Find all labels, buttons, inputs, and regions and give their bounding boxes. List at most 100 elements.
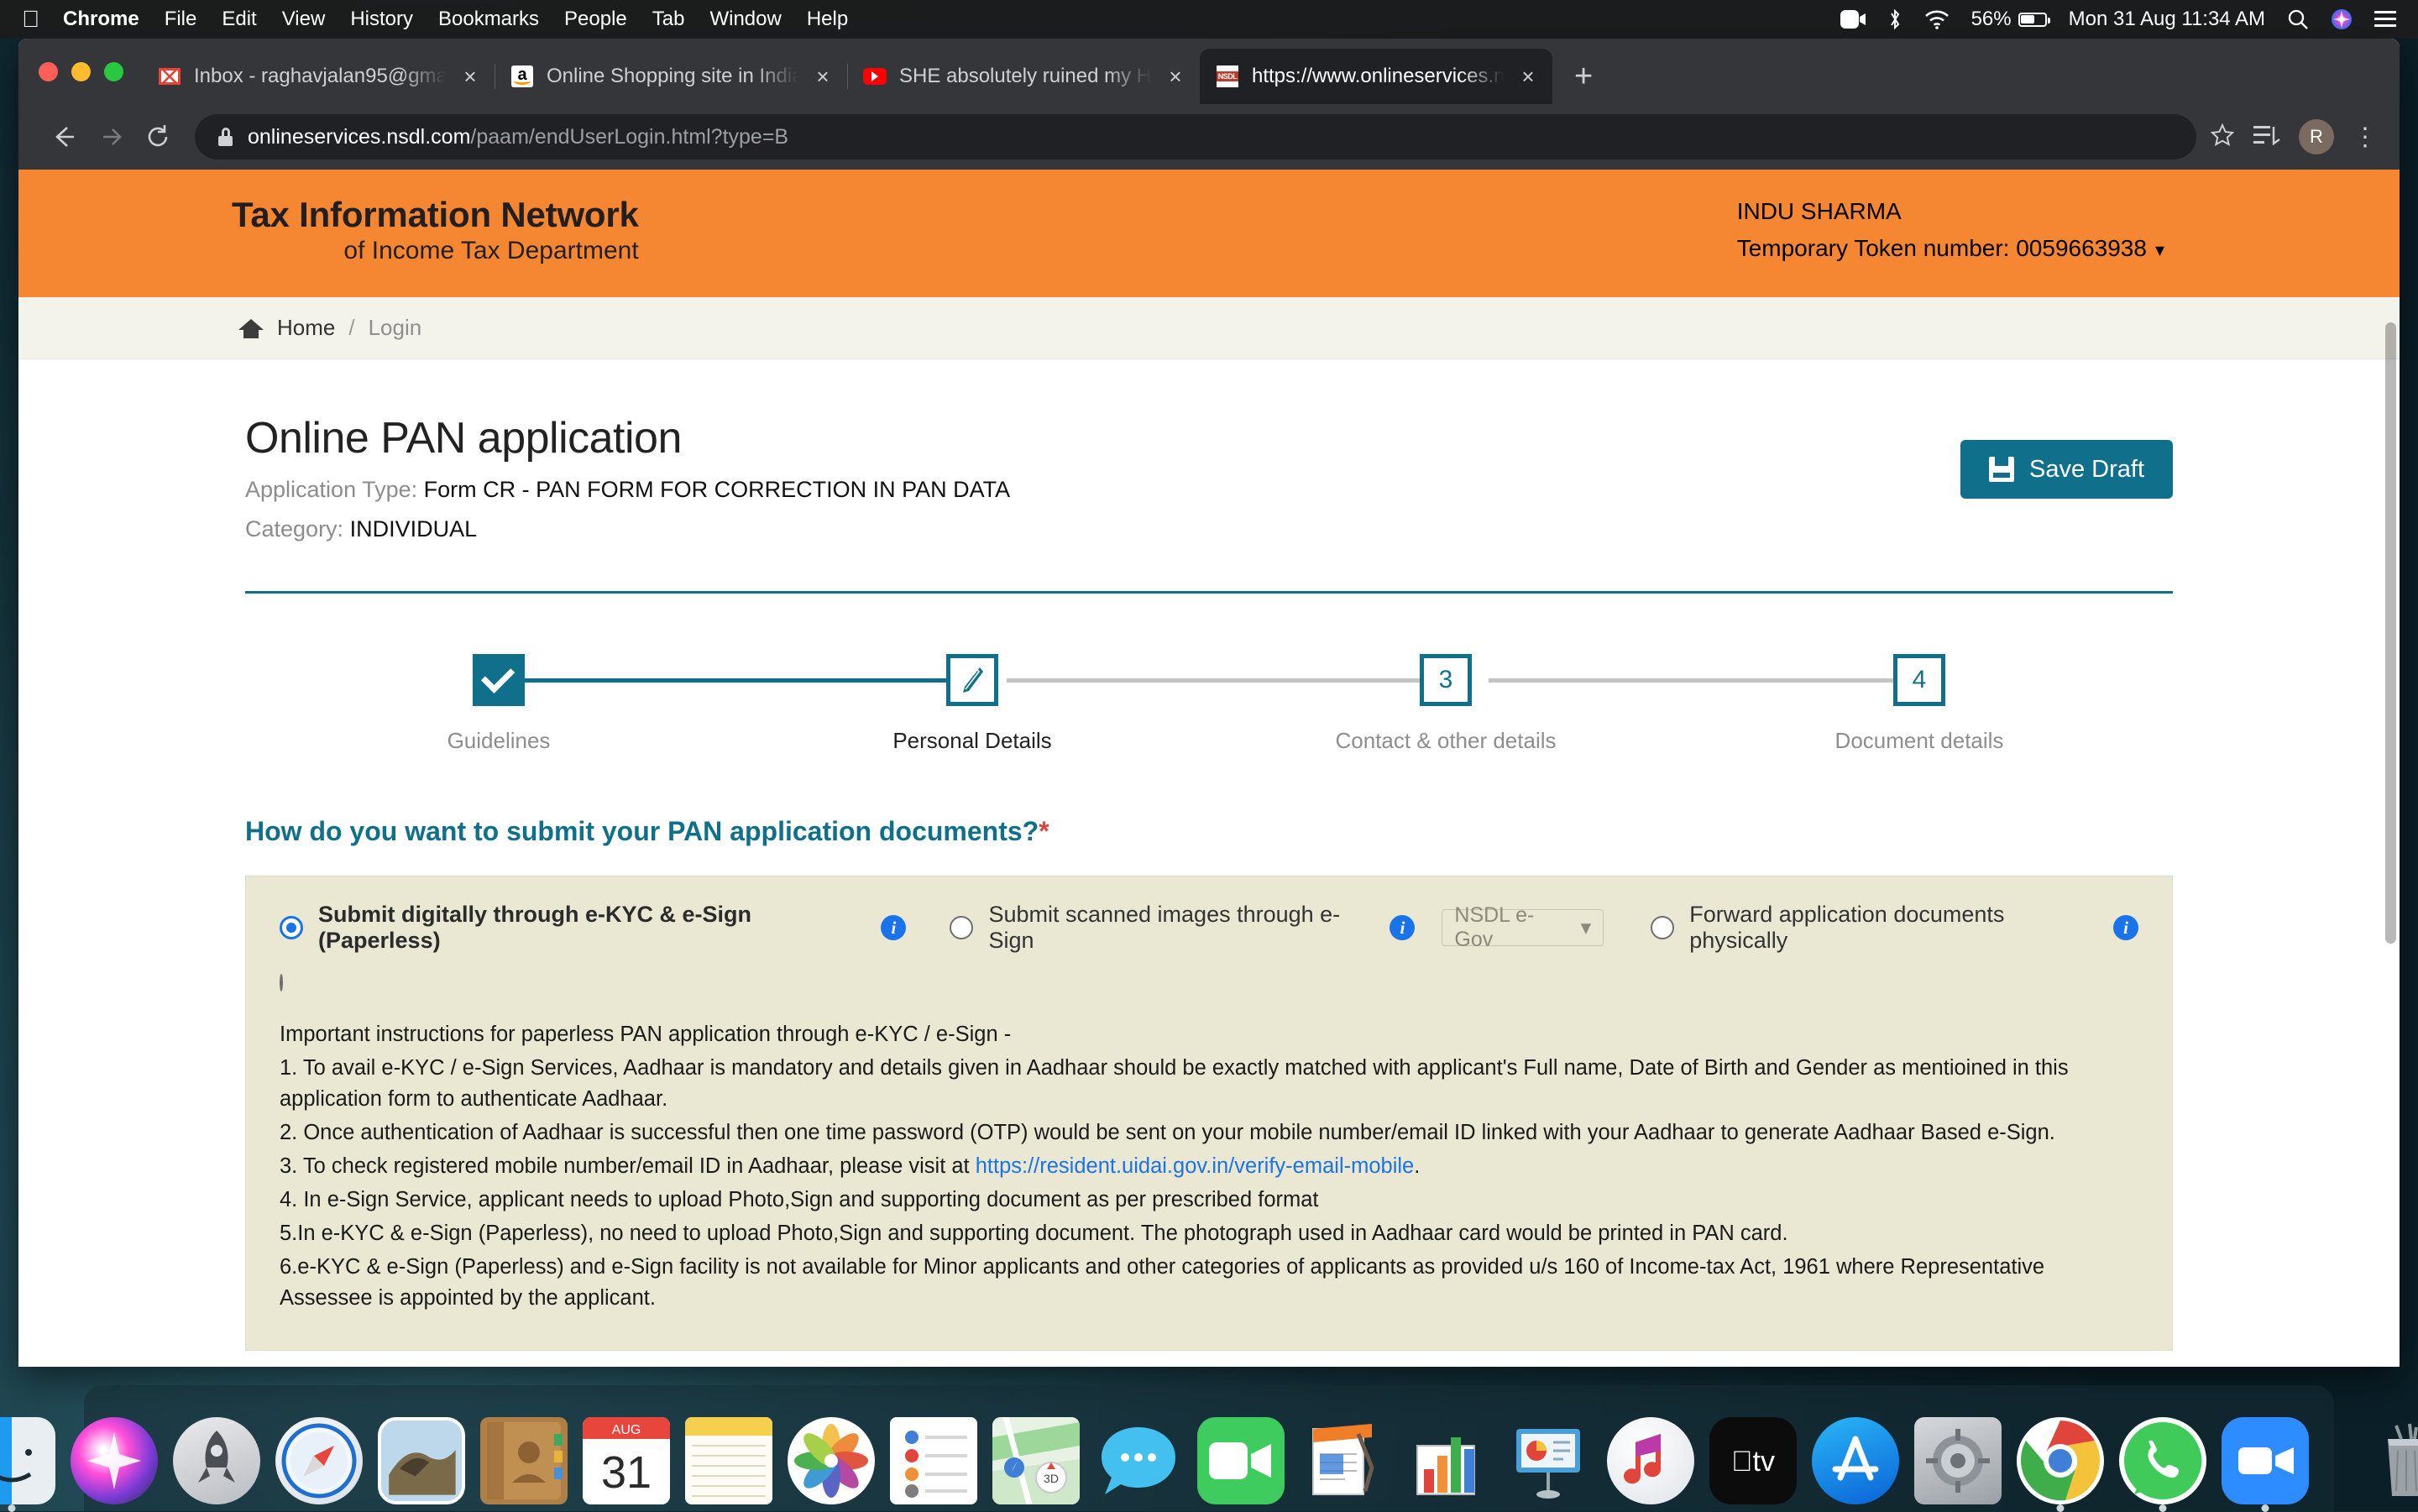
wifi-icon[interactable]	[1924, 10, 1950, 29]
user-info[interactable]: INDU SHARMA Temporary Token number: 0059…	[1737, 198, 2164, 262]
menu-item-help[interactable]: Help	[807, 8, 848, 31]
vertical-scrollbar[interactable]	[2385, 322, 2396, 944]
menu-item-tab[interactable]: Tab	[652, 8, 685, 31]
close-tab-button[interactable]: ×	[458, 64, 483, 90]
dock-item-reminders[interactable]	[890, 1417, 977, 1504]
control-center-icon[interactable]	[2374, 10, 2396, 29]
stepper-step-guidelines[interactable]: Guidelines	[262, 654, 735, 754]
svg-text:3D: 3D	[1044, 1472, 1059, 1485]
back-arrow-icon[interactable]	[40, 113, 87, 160]
dock-item-finder[interactable]	[0, 1417, 55, 1504]
instructions-heading: Important instructions for paperless PAN…	[280, 1019, 2138, 1050]
close-tab-button[interactable]: ×	[1163, 64, 1188, 90]
radio-scanned-esign[interactable]	[950, 916, 973, 939]
option-ekyc-esign[interactable]: Submit digitally through e-KYC & e-Sign …	[280, 902, 906, 954]
info-icon[interactable]: i	[1390, 915, 1415, 940]
stepper-step-personal-details[interactable]: Personal Details	[735, 654, 1209, 754]
stepper-step-contact-details[interactable]: 3 Contact & other details	[1209, 654, 1683, 754]
info-icon[interactable]: i	[881, 915, 906, 940]
three-dot-menu-icon[interactable]: ⋮	[2353, 128, 2378, 146]
temporary-token-label[interactable]: Temporary Token number: 0059663938▾	[1737, 235, 2164, 262]
forward-arrow-icon[interactable]	[87, 113, 134, 160]
logo-line-2: of Income Tax Department	[232, 237, 639, 265]
browser-tab-youtube[interactable]: SHE absolutely ruined my HOU ×	[847, 49, 1200, 104]
option-scanned-esign[interactable]: Submit scanned images through e-Sign i N…	[950, 902, 1604, 954]
minimize-window-button[interactable]	[71, 62, 91, 81]
dock-item-chrome[interactable]	[2017, 1417, 2104, 1504]
uidai-verify-link[interactable]: https://resident.uidai.gov.in/verify-ema…	[976, 1154, 1415, 1178]
esign-provider-select[interactable]: NSDL e-Gov ▾	[1442, 909, 1604, 946]
spotlight-search-icon[interactable]	[2287, 8, 2309, 30]
close-tab-button[interactable]: ×	[1515, 64, 1541, 90]
profile-avatar[interactable]: R	[2299, 119, 2334, 154]
address-bar[interactable]: onlineservices.nsdl.com/paam/endUserLogi…	[195, 114, 2196, 160]
reload-icon[interactable]	[134, 113, 181, 160]
breadcrumb-home-link[interactable]: Home	[277, 315, 335, 341]
instruction-2: 2. Once authentication of Aadhaar is suc…	[280, 1117, 2138, 1148]
browser-tab-gmail[interactable]: Inbox - raghavjalan95@gmail.c ×	[142, 49, 495, 104]
tin-logo[interactable]: Tax Information Network of Income Tax De…	[232, 195, 639, 265]
menu-item-history[interactable]: History	[350, 8, 413, 31]
battery-status[interactable]: 56%	[1971, 8, 2047, 31]
radio-ekyc-esign[interactable]	[280, 916, 303, 939]
radio-unlabeled[interactable]	[280, 974, 283, 991]
menu-item-window[interactable]: Window	[709, 8, 781, 31]
menu-item-people[interactable]: People	[564, 8, 627, 31]
dock-item-numbers[interactable]	[1402, 1417, 1489, 1504]
browser-tab-amazon[interactable]: a Online Shopping site in India: S ×	[495, 49, 847, 104]
dock-item-zoom[interactable]	[2222, 1417, 2309, 1504]
clock-datetime[interactable]: Mon 31 Aug 11:34 AM	[2069, 8, 2265, 31]
dock-item-facetime[interactable]	[1197, 1417, 1285, 1504]
dock-item-apple-tv[interactable]: tv	[1709, 1417, 1797, 1504]
site-header: Tax Information Network of Income Tax De…	[18, 170, 2400, 297]
apple-menu-icon[interactable]: 	[22, 8, 39, 31]
star-icon[interactable]	[2210, 123, 2235, 152]
dock-item-pages[interactable]	[1300, 1417, 1387, 1504]
dock-item-whatsapp[interactable]	[2119, 1417, 2206, 1504]
bluetooth-icon[interactable]	[1887, 8, 1902, 30]
menu-item-view[interactable]: View	[282, 8, 326, 31]
dock-item-notes[interactable]	[685, 1417, 772, 1504]
dock-item-mail[interactable]	[378, 1417, 465, 1504]
window-controls[interactable]	[39, 39, 123, 104]
dock-item-system-preferences[interactable]	[1914, 1417, 2002, 1504]
dock-item-calendar[interactable]: AUG31	[583, 1417, 670, 1504]
menu-item-bookmarks[interactable]: Bookmarks	[438, 8, 539, 31]
dock-item-safari[interactable]	[275, 1417, 363, 1504]
dock-item-itunes[interactable]	[1607, 1417, 1694, 1504]
dock-item-app-store[interactable]	[1812, 1417, 1899, 1504]
stepper-number: 4	[1893, 654, 1945, 706]
close-window-button[interactable]	[39, 62, 58, 81]
close-tab-button[interactable]: ×	[810, 64, 835, 90]
option-physical-forward[interactable]: Forward application documents physically…	[1651, 902, 2138, 954]
siri-icon[interactable]	[2331, 8, 2353, 30]
dock-item-messages[interactable]	[1095, 1417, 1182, 1504]
dock-item-maps[interactable]: 3D	[992, 1417, 1080, 1504]
video-camera-icon[interactable]	[1840, 10, 1866, 29]
dock-item-photos[interactable]	[788, 1417, 875, 1504]
browser-tab-nsdl[interactable]: NSDL https://www.onlineservices.nsd ×	[1200, 49, 1552, 104]
info-icon[interactable]: i	[2113, 915, 2138, 940]
stepper-step-document-details[interactable]: 4 Document details	[1683, 654, 2156, 754]
menu-item-chrome[interactable]: Chrome	[63, 8, 139, 31]
dock-item-launchpad[interactable]	[173, 1417, 260, 1504]
chrome-browser-window: Inbox - raghavjalan95@gmail.c × a Online…	[18, 39, 2400, 1367]
menu-item-edit[interactable]: Edit	[222, 8, 256, 31]
browser-tab-strip: Inbox - raghavjalan95@gmail.c × a Online…	[18, 39, 2400, 104]
new-tab-button[interactable]: +	[1574, 60, 1593, 92]
maximize-window-button[interactable]	[104, 62, 123, 81]
reading-list-icon[interactable]	[2253, 123, 2280, 151]
instruction-3: 3. To check registered mobile number/ema…	[280, 1151, 2138, 1182]
stepper-label: Guidelines	[447, 728, 551, 754]
radio-physical-forward[interactable]	[1651, 916, 1674, 939]
chevron-down-icon[interactable]: ▾	[2155, 239, 2164, 261]
dock-item-keynote[interactable]	[1505, 1417, 1592, 1504]
dock-item-trash[interactable]	[2363, 1417, 2418, 1504]
tab-title: Online Shopping site in India: S	[547, 65, 798, 88]
dock-item-siri[interactable]	[71, 1417, 158, 1504]
select-value: NSDL e-Gov	[1454, 903, 1568, 952]
home-icon[interactable]	[238, 317, 264, 339]
dock-item-contacts[interactable]	[480, 1417, 568, 1504]
menu-item-file[interactable]: File	[165, 8, 197, 31]
save-draft-button[interactable]: Save Draft	[1960, 440, 2173, 499]
